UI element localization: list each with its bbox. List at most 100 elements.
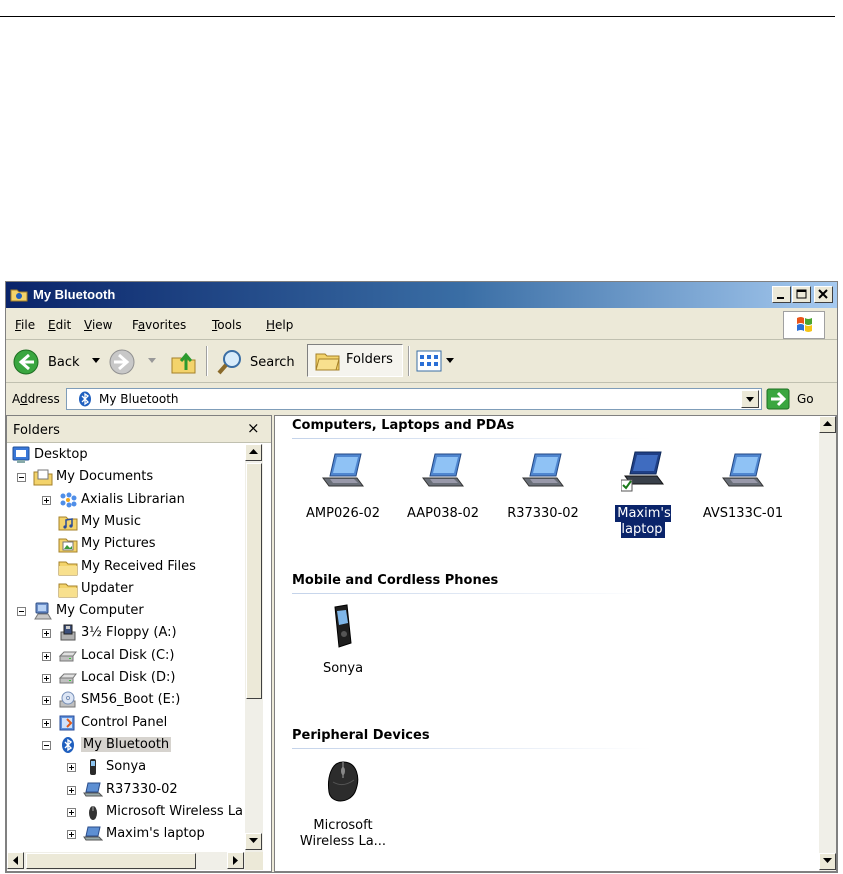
device-item[interactable]: AVS133C-01	[695, 448, 791, 528]
expand-button[interactable]	[67, 763, 76, 773]
tree-item-label: Axialis Librarian	[81, 491, 185, 507]
collapse-button[interactable]	[17, 473, 26, 483]
expand-button[interactable]	[42, 651, 51, 661]
search-button[interactable]: Search	[214, 346, 302, 376]
toolbar-separator	[206, 346, 208, 376]
menu-tools[interactable]: Tools	[212, 318, 242, 332]
group-header: Peripheral Devices	[292, 728, 430, 743]
menu-favorites[interactable]: Favorites	[132, 318, 186, 332]
menu-edit[interactable]: Edit	[48, 318, 71, 332]
device-label: AVS133C-01	[702, 506, 784, 521]
folder-icon	[58, 580, 78, 598]
device-item[interactable]: Microsoft Wireless La...	[295, 758, 391, 849]
close-button[interactable]	[814, 286, 833, 303]
tree-item-label: R37330-02	[106, 781, 178, 797]
tree-item-label: Maxim's laptop	[106, 826, 205, 842]
explorer-window: My Bluetooth File Edit View Favorites To…	[5, 281, 838, 873]
tree-item-label: Desktop	[34, 447, 88, 462]
laptop-icon	[83, 825, 104, 843]
tree-item-label: My Bluetooth	[81, 736, 172, 752]
back-button[interactable]: Back	[12, 346, 100, 376]
chevron-down-icon	[446, 358, 454, 363]
disk-icon	[58, 669, 78, 687]
phone-icon	[83, 758, 103, 776]
tree-item-label: Local Disk (D:)	[81, 670, 176, 685]
device-item[interactable]: Maxim's laptop	[595, 448, 691, 538]
views-button[interactable]	[416, 346, 458, 376]
pictures-folder-icon	[58, 535, 78, 553]
expand-button[interactable]	[42, 495, 51, 505]
address-bar: Address My Bluetooth Go	[6, 384, 837, 414]
collapse-button[interactable]	[17, 607, 26, 617]
tree-item-label: Updater	[81, 580, 134, 596]
menu-file[interactable]: File	[15, 318, 35, 332]
tree-item-label: My Received Files	[81, 558, 196, 574]
scroll-right-button[interactable]	[227, 852, 244, 869]
tree-item-label: Microsoft Wireless La	[106, 803, 244, 819]
tree-horizontal-scrollbar[interactable]	[7, 852, 245, 870]
tree-item-label: My Pictures	[81, 536, 156, 552]
device-item[interactable]: Sonya	[295, 603, 391, 683]
up-folder-button[interactable]	[170, 346, 200, 376]
scroll-down-button[interactable]	[819, 853, 836, 870]
bluetooth-folder-icon	[10, 289, 28, 302]
device-label: Sonya	[322, 661, 364, 676]
expand-button[interactable]	[67, 807, 76, 817]
back-arrow-icon	[13, 349, 39, 375]
expand-button[interactable]	[67, 785, 76, 795]
expand-button[interactable]	[42, 674, 51, 683]
maximize-button[interactable]	[792, 286, 811, 303]
device-label: AAP038-02	[406, 506, 480, 521]
device-label: Maxim's laptop	[615, 505, 671, 538]
tree-vertical-scrollbar[interactable]	[245, 444, 263, 852]
menu-help[interactable]: Help	[266, 318, 293, 332]
go-button[interactable]	[766, 388, 790, 410]
expand-button[interactable]	[42, 629, 51, 639]
menu-view[interactable]: View	[84, 318, 112, 332]
expand-button[interactable]	[42, 696, 51, 706]
menu-bar: File Edit View Favorites Tools Help	[6, 309, 837, 340]
address-dropdown-button[interactable]	[741, 390, 759, 408]
go-label[interactable]: Go	[797, 392, 814, 406]
tree-item-label: Sonya	[106, 759, 147, 775]
minimize-button[interactable]	[772, 286, 791, 303]
desktop-icon	[11, 446, 31, 464]
scroll-thumb[interactable]	[26, 853, 196, 869]
music-folder-icon	[58, 513, 78, 531]
go-arrow-icon	[766, 388, 790, 410]
computer-icon	[33, 602, 53, 620]
scroll-up-button[interactable]	[819, 416, 836, 433]
device-list-pane: Computers, Laptops and PDAs AMP026-02 AAP0…	[274, 415, 837, 872]
scroll-left-button[interactable]	[7, 852, 24, 869]
address-label: Address	[12, 392, 60, 406]
cd-drive-icon	[58, 691, 78, 709]
group-header: Computers, Laptops and PDAs	[292, 418, 515, 433]
expand-button[interactable]	[67, 830, 76, 840]
disk-icon	[58, 647, 78, 665]
scroll-thumb[interactable]	[246, 463, 262, 699]
search-icon	[217, 350, 241, 375]
collapse-button[interactable]	[42, 740, 51, 750]
close-folders-button[interactable]: ×	[247, 419, 260, 437]
title-bar[interactable]: My Bluetooth	[6, 282, 837, 308]
windows-logo-icon	[783, 311, 825, 339]
folders-button[interactable]: Folders	[307, 344, 403, 377]
folder-tree: Desktop My Documents Axialis Librarian My M…	[7, 444, 245, 852]
forward-button[interactable]	[108, 346, 160, 376]
scrollbar-corner	[245, 852, 263, 870]
device-item[interactable]: AMP026-02	[295, 448, 391, 528]
scroll-down-button[interactable]	[245, 833, 262, 850]
toolbar-separator	[408, 346, 410, 376]
scroll-up-button[interactable]	[245, 444, 262, 461]
device-label: R37330-02	[507, 506, 579, 521]
expand-button[interactable]	[42, 718, 51, 728]
top-rule	[0, 16, 835, 17]
folder-icon	[58, 558, 78, 576]
address-value: My Bluetooth	[99, 392, 179, 406]
address-input[interactable]: My Bluetooth	[66, 388, 762, 410]
content-vertical-scrollbar[interactable]	[819, 416, 836, 871]
folders-icon	[315, 353, 340, 371]
device-item[interactable]: AAP038-02	[395, 448, 491, 528]
device-item[interactable]: R37330-02	[495, 448, 591, 528]
folders-title: Folders	[13, 423, 60, 438]
